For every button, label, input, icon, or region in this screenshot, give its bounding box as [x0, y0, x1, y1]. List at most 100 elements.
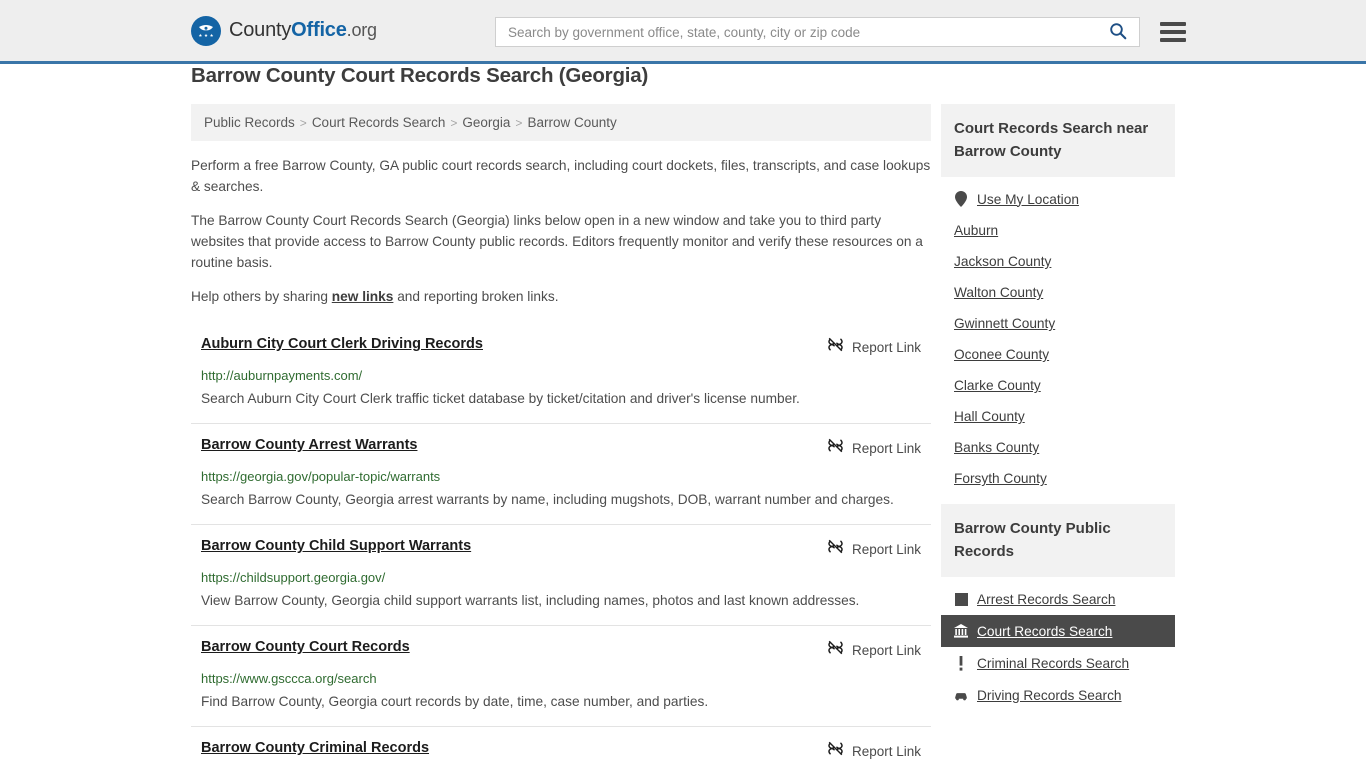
- sidebar-nearby-item-label: Banks County: [954, 440, 1040, 455]
- logo-word-county: County: [229, 19, 292, 41]
- sidebar-public-records-box: Barrow County Public Records Arrest Reco…: [941, 504, 1175, 711]
- intro-paragraph-1: Perform a free Barrow County, GA public …: [191, 158, 931, 194]
- report-link-label: Report Link: [851, 339, 921, 355]
- search-icon: [1109, 22, 1127, 43]
- report-link-button[interactable]: Report Link: [827, 638, 921, 661]
- sidebar: Court Records Search near Barrow County …: [941, 104, 1175, 721]
- intro-p3-after: and reporting broken links.: [393, 289, 559, 304]
- sidebar-record-item-3[interactable]: Driving Records Search: [941, 679, 1175, 711]
- report-link-label: Report Link: [851, 743, 921, 759]
- result-item: Auburn City Court Clerk Driving Records R…: [191, 327, 931, 423]
- result-item: Barrow County Child Support Warrants Repo…: [191, 524, 931, 625]
- search-box[interactable]: [495, 17, 1140, 47]
- page-title: Barrow County Court Records Search (Geor…: [191, 64, 649, 87]
- breadcrumb-separator: >: [515, 115, 523, 130]
- result-title-link[interactable]: Auburn City Court Clerk Driving Records: [201, 335, 483, 353]
- sidebar-nearby-item-label: Walton County: [954, 285, 1044, 300]
- broken-link-icon: [827, 336, 844, 358]
- courthouse-icon: [954, 623, 968, 639]
- sidebar-public-records-list: Arrest Records Search Court Records Searc…: [941, 577, 1175, 711]
- sidebar-nearby-list: Use My Location Auburn Jackson County Walto…: [941, 177, 1175, 494]
- results-list: Auburn City Court Clerk Driving Records R…: [191, 327, 931, 768]
- result-item: Barrow County Criminal Records Report Lin…: [191, 726, 931, 768]
- sidebar-record-item-label: Driving Records Search: [977, 687, 1122, 703]
- breadcrumb-separator: >: [299, 115, 307, 130]
- logo-word-org: .org: [346, 20, 377, 40]
- result-item: Barrow County Court Records Report Link ht…: [191, 625, 931, 726]
- sidebar-nearby-item-2[interactable]: Jackson County: [941, 246, 1175, 277]
- site-logo[interactable]: CountyOffice.org: [191, 15, 377, 46]
- sidebar-nearby-item-5[interactable]: Oconee County: [941, 339, 1175, 370]
- intro-paragraph-3: Help others by sharing new links and rep…: [191, 286, 931, 307]
- result-url: https://georgia.gov/popular-topic/warran…: [201, 469, 441, 484]
- car-icon: [954, 687, 968, 703]
- broken-link-icon: [827, 740, 844, 762]
- sidebar-nearby-item-label: Gwinnett County: [954, 316, 1056, 331]
- sidebar-record-item-label: Criminal Records Search: [977, 655, 1130, 671]
- report-link-button[interactable]: Report Link: [827, 739, 921, 762]
- sidebar-nearby-item-label: Forsyth County: [954, 471, 1047, 486]
- breadcrumb-item-3[interactable]: Barrow County: [527, 115, 616, 130]
- search-input[interactable]: [506, 23, 1103, 41]
- sidebar-nearby-item-0[interactable]: Use My Location: [941, 183, 1175, 215]
- report-link-label: Report Link: [851, 541, 921, 557]
- breadcrumb: Public Records > Court Records Search > Geor…: [191, 104, 931, 141]
- sidebar-nearby-item-9[interactable]: Forsyth County: [941, 463, 1175, 494]
- breadcrumb-item-0[interactable]: Public Records: [204, 115, 295, 130]
- sidebar-record-item-label: Court Records Search: [977, 623, 1113, 639]
- broken-link-icon: [827, 437, 844, 459]
- result-url: http://auburnpayments.com/: [201, 368, 363, 383]
- new-links-link[interactable]: new links: [332, 289, 394, 304]
- exclamation-icon: [954, 655, 968, 671]
- sidebar-record-item-2[interactable]: Criminal Records Search: [941, 647, 1175, 679]
- breadcrumb-item-1[interactable]: Court Records Search: [312, 115, 446, 130]
- sidebar-nearby-item-label: Oconee County: [954, 347, 1050, 362]
- logo-word-office: Office: [291, 19, 347, 41]
- hamburger-bar: [1160, 22, 1186, 26]
- sidebar-nearby-item-6[interactable]: Clarke County: [941, 370, 1175, 401]
- sidebar-nearby-item-label: Clarke County: [954, 378, 1041, 393]
- hamburger-menu-icon[interactable]: [1160, 22, 1186, 42]
- result-description: Search Auburn City Court Clerk traffic t…: [201, 391, 800, 406]
- hamburger-bar: [1160, 38, 1186, 42]
- report-link-button[interactable]: Report Link: [827, 335, 921, 358]
- result-url: https://childsupport.georgia.gov/: [201, 570, 386, 585]
- sidebar-nearby-item-3[interactable]: Walton County: [941, 277, 1175, 308]
- broken-link-icon: [827, 538, 844, 560]
- result-description: View Barrow County, Georgia child suppor…: [201, 593, 860, 608]
- sidebar-public-records-heading: Barrow County Public Records: [941, 504, 1175, 577]
- report-link-label: Report Link: [851, 440, 921, 456]
- result-header: Barrow County Criminal Records Report Lin…: [201, 739, 921, 762]
- content-columns: Public Records > Court Records Search > Geor…: [0, 104, 1366, 768]
- search-button[interactable]: [1103, 22, 1129, 43]
- sidebar-nearby-item-4[interactable]: Gwinnett County: [941, 308, 1175, 339]
- sidebar-record-item-0[interactable]: Arrest Records Search: [941, 583, 1175, 615]
- result-title-link[interactable]: Barrow County Criminal Records: [201, 739, 429, 757]
- sidebar-nearby-item-1[interactable]: Auburn: [941, 215, 1175, 246]
- report-link-button[interactable]: Report Link: [827, 436, 921, 459]
- sidebar-record-item-1[interactable]: Court Records Search: [941, 615, 1175, 647]
- hamburger-bar: [1160, 30, 1186, 34]
- intro-paragraph-2: The Barrow County Court Records Search (…: [191, 213, 923, 270]
- intro-text: Perform a free Barrow County, GA public …: [191, 155, 931, 307]
- report-link-label: Report Link: [851, 642, 921, 658]
- result-header: Barrow County Court Records Report Link: [201, 638, 921, 661]
- breadcrumb-separator: >: [450, 115, 458, 130]
- broken-link-icon: [827, 639, 844, 661]
- header-search-area: [495, 17, 1186, 47]
- sidebar-nearby-item-7[interactable]: Hall County: [941, 401, 1175, 432]
- result-title-link[interactable]: Barrow County Child Support Warrants: [201, 537, 471, 555]
- site-header: CountyOffice.org: [0, 0, 1366, 64]
- result-url: https://www.gsccca.org/search: [201, 671, 377, 686]
- result-header: Auburn City Court Clerk Driving Records R…: [201, 335, 921, 358]
- sidebar-nearby-item-label: Use My Location: [977, 191, 1079, 207]
- result-title-link[interactable]: Barrow County Court Records: [201, 638, 410, 656]
- breadcrumb-item-2[interactable]: Georgia: [462, 115, 510, 130]
- report-link-button[interactable]: Report Link: [827, 537, 921, 560]
- intro-p3-before: Help others by sharing: [191, 289, 332, 304]
- sidebar-nearby-item-label: Jackson County: [954, 254, 1052, 269]
- sidebar-nearby-item-label: Auburn: [954, 223, 999, 238]
- county-office-eagle-icon: [191, 15, 221, 46]
- result-title-link[interactable]: Barrow County Arrest Warrants: [201, 436, 417, 454]
- sidebar-nearby-item-8[interactable]: Banks County: [941, 432, 1175, 463]
